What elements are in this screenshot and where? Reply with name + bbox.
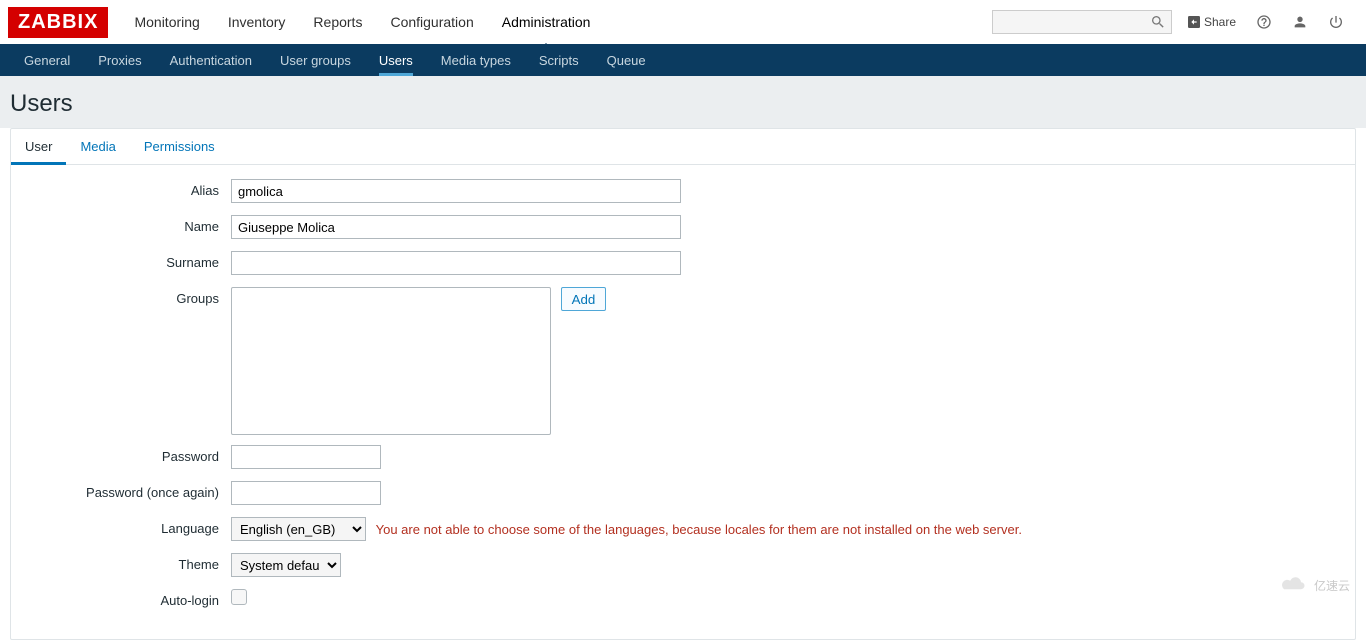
label-language: Language (31, 517, 231, 536)
label-password: Password (31, 445, 231, 464)
subnav-proxies[interactable]: Proxies (84, 44, 155, 76)
row-password2: Password (once again) (31, 481, 1335, 507)
power-icon (1328, 14, 1344, 30)
subnav-media-types[interactable]: Media types (427, 44, 525, 76)
top-navbar: ZABBIX Monitoring Inventory Reports Conf… (0, 0, 1366, 44)
search-input[interactable] (992, 10, 1172, 34)
person-icon (1292, 14, 1308, 30)
global-search (992, 10, 1172, 34)
nav-reports[interactable]: Reports (299, 0, 376, 44)
share-label: Share (1204, 15, 1236, 29)
tab-user[interactable]: User (11, 129, 66, 165)
label-alias: Alias (31, 179, 231, 198)
language-select[interactable]: English (en_GB) (231, 517, 366, 541)
subnav-queue[interactable]: Queue (593, 44, 660, 76)
name-input[interactable] (231, 215, 681, 239)
label-groups: Groups (31, 287, 231, 306)
row-autologin: Auto-login (31, 589, 1335, 615)
language-warning: You are not able to choose some of the l… (376, 522, 1022, 537)
topnav-right: Share (992, 10, 1366, 34)
page-header: Users (0, 76, 1366, 128)
row-name: Name (31, 215, 1335, 241)
subnav-scripts[interactable]: Scripts (525, 44, 593, 76)
alias-input[interactable] (231, 179, 681, 203)
share-icon (1186, 14, 1202, 30)
logout-button[interactable] (1322, 10, 1350, 34)
password2-input[interactable] (231, 481, 381, 505)
help-button[interactable] (1250, 10, 1278, 34)
password-input[interactable] (231, 445, 381, 469)
row-surname: Surname (31, 251, 1335, 277)
user-button[interactable] (1286, 10, 1314, 34)
subnav-authentication[interactable]: Authentication (156, 44, 266, 76)
row-theme: Theme System default (31, 553, 1335, 579)
row-groups: Groups Add (31, 287, 1335, 435)
label-password2: Password (once again) (31, 481, 231, 500)
nav-configuration[interactable]: Configuration (376, 0, 487, 44)
sub-navbar: General Proxies Authentication User grou… (0, 44, 1366, 76)
question-icon (1256, 14, 1272, 30)
tab-permissions[interactable]: Permissions (130, 129, 229, 164)
share-button[interactable]: Share (1180, 10, 1242, 34)
row-password: Password (31, 445, 1335, 471)
primary-menu: Monitoring Inventory Reports Configurati… (120, 0, 604, 44)
add-group-button[interactable]: Add (561, 287, 607, 311)
content-panel: User Media Permissions Alias Name Surnam… (10, 128, 1356, 640)
user-form: Alias Name Surname Groups Add Password P… (11, 165, 1355, 639)
nav-inventory[interactable]: Inventory (214, 0, 300, 44)
label-autologin: Auto-login (31, 589, 231, 608)
page-title: Users (10, 90, 1356, 118)
form-tabs: User Media Permissions (11, 129, 1355, 165)
label-name: Name (31, 215, 231, 234)
brand-logo[interactable]: ZABBIX (8, 7, 108, 38)
autologin-checkbox[interactable] (231, 589, 247, 605)
subnav-users[interactable]: Users (365, 44, 427, 76)
subnav-general[interactable]: General (10, 44, 84, 76)
nav-administration[interactable]: Administration (488, 0, 605, 44)
tab-media[interactable]: Media (66, 129, 129, 164)
label-theme: Theme (31, 553, 231, 572)
subnav-user-groups[interactable]: User groups (266, 44, 365, 76)
label-surname: Surname (31, 251, 231, 270)
groups-listbox[interactable] (231, 287, 551, 435)
row-alias: Alias (31, 179, 1335, 205)
surname-input[interactable] (231, 251, 681, 275)
row-language: Language English (en_GB) You are not abl… (31, 517, 1335, 543)
search-icon[interactable] (1150, 14, 1166, 33)
theme-select[interactable]: System default (231, 553, 341, 577)
nav-monitoring[interactable]: Monitoring (120, 0, 213, 44)
